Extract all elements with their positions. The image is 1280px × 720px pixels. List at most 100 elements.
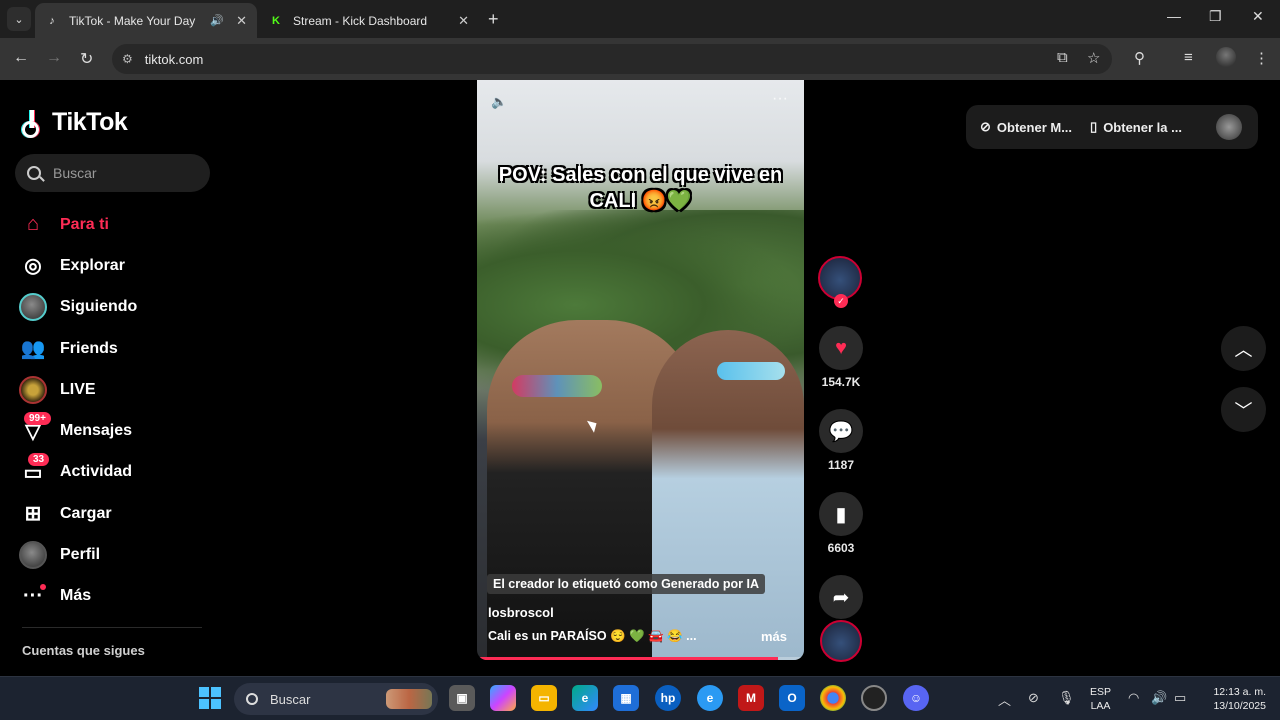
browser-app-icon[interactable]: e — [697, 685, 723, 711]
sidebar-item-actividad[interactable]: ▭ 33 Actividad — [18, 452, 137, 493]
search-input[interactable] — [53, 165, 193, 181]
video-frame — [717, 362, 785, 380]
network-off-icon[interactable]: ⊘ — [1028, 690, 1039, 706]
edge-icon[interactable]: e — [572, 685, 598, 711]
user-avatar[interactable] — [1216, 114, 1242, 140]
comment-action[interactable]: 💬 1187 — [818, 409, 864, 472]
sidebar-item-friends[interactable]: 👥 Friends — [18, 328, 137, 369]
app-icon: ⊘ — [980, 119, 991, 134]
volume-icon[interactable]: 🔊 — [1151, 690, 1167, 706]
get-app-mobile-button[interactable]: ▯ Obtener la ... — [1090, 119, 1182, 135]
menu-kebab-icon[interactable]: ⋮ — [1254, 49, 1269, 67]
bookmark-icon[interactable]: ▮ — [819, 492, 863, 536]
sidebar-item-label: Para ti — [60, 215, 109, 233]
install-app-icon[interactable]: ⧉ — [1057, 49, 1068, 66]
sidebar-item-perfil[interactable]: Perfil — [18, 534, 137, 575]
reload-icon[interactable]: ↻ — [80, 49, 93, 69]
previous-video-button[interactable]: ︿ — [1221, 326, 1266, 371]
sidebar-item-mas[interactable]: ··· Más — [18, 576, 137, 617]
tiktok-logo[interactable]: TikTok — [22, 108, 128, 138]
url-text: tiktok.com — [144, 51, 204, 67]
tab-tiktok[interactable]: ♪ TikTok - Make Your Day 🔊 ✕ — [35, 3, 257, 38]
sidebar-item-explorar[interactable]: ◎ Explorar — [18, 245, 137, 286]
sidebar-item-cargar[interactable]: ⊞ Cargar — [18, 493, 137, 534]
follow-check-icon[interactable]: ✓ — [834, 294, 848, 308]
extensions-icon[interactable]: ⚲ — [1134, 49, 1145, 67]
tab-kick[interactable]: K Stream - Kick Dashboard ✕ — [259, 3, 479, 38]
search-box[interactable] — [15, 154, 210, 192]
more-link[interactable]: más — [761, 629, 787, 644]
share-icon[interactable]: ➦ — [819, 575, 863, 619]
restore-icon[interactable]: ❐ — [1209, 8, 1222, 25]
music-disc-avatar[interactable] — [820, 620, 862, 662]
heart-icon[interactable]: ♥ — [819, 326, 863, 370]
system-clock[interactable]: 12:13 a. m. 13/10/2025 — [1196, 685, 1266, 713]
following-avatar-icon — [18, 292, 48, 322]
sidebar-item-label: LIVE — [60, 380, 96, 398]
video-progress-bar[interactable] — [477, 657, 804, 660]
mcafee-icon[interactable]: M — [738, 685, 764, 711]
video-options-icon[interactable]: ··· — [772, 90, 788, 108]
new-tab-icon[interactable]: + — [488, 9, 499, 30]
windows-taskbar: Buscar ▣ ▭ e ▦ hp e M O ☺ ︿ ⊘ 🎙 ESP LAA … — [0, 676, 1280, 720]
search-icon — [246, 693, 258, 705]
tab-title: TikTok - Make Your Day — [69, 13, 196, 28]
tab-search-button[interactable]: ⌄ — [7, 7, 31, 31]
speaker-icon[interactable]: 🔊 — [210, 14, 224, 27]
comment-icon[interactable]: 💬 — [819, 409, 863, 453]
chrome-icon[interactable] — [820, 685, 846, 711]
close-window-icon[interactable]: ✕ — [1252, 8, 1264, 25]
hp-icon[interactable]: hp — [655, 685, 681, 711]
battery-icon[interactable]: ▭ — [1174, 690, 1186, 706]
task-view-icon[interactable]: ▣ — [449, 685, 475, 711]
following-accounts-heading: Cuentas que sigues — [22, 643, 145, 658]
discord-icon[interactable]: ☺ — [903, 685, 929, 711]
tray-chevron-icon[interactable]: ︿ — [998, 690, 1011, 709]
obs-icon[interactable] — [861, 685, 887, 711]
windows-start-icon[interactable] — [199, 687, 221, 709]
bookmark-star-icon[interactable]: ☆ — [1087, 49, 1100, 67]
friends-icon: 👥 — [20, 338, 46, 361]
video-description: Cali es un PARAÍSO 😌 💚 🚘 😂 ... — [488, 629, 697, 643]
language-indicator[interactable]: ESP LAA — [1090, 685, 1111, 713]
file-explorer-icon[interactable]: ▭ — [531, 685, 557, 711]
close-tab-icon[interactable]: ✕ — [236, 13, 247, 29]
get-app-desktop-button[interactable]: ⊘ Obtener M... — [980, 119, 1072, 135]
sidebar-item-siguiendo[interactable]: Siguiendo — [18, 287, 137, 328]
tab-title: Stream - Kick Dashboard — [293, 13, 428, 28]
activity-badge: 33 — [28, 453, 50, 467]
microphone-icon[interactable]: 🎙 — [1058, 690, 1075, 706]
media-control-icon[interactable]: ≡ — [1184, 49, 1193, 66]
taskbar-search[interactable]: Buscar — [234, 683, 438, 715]
profile-avatar[interactable] — [1216, 47, 1236, 67]
minimize-icon[interactable]: — — [1167, 8, 1181, 24]
outlook-icon[interactable]: O — [779, 685, 805, 711]
forward-icon[interactable]: → — [46, 49, 62, 67]
volume-icon[interactable]: 🔈 — [491, 94, 507, 110]
sidebar-item-live[interactable]: LIVE — [18, 369, 137, 410]
video-progress-fill — [477, 657, 778, 660]
wifi-icon[interactable]: ◠ — [1128, 690, 1139, 706]
sidebar-item-para-ti[interactable]: ⌂ Para ti — [18, 204, 137, 245]
creator-avatar[interactable]: ✓ — [818, 256, 862, 308]
next-video-button[interactable]: ﹀ — [1221, 387, 1266, 432]
like-action[interactable]: ♥ 154.7K — [818, 326, 864, 389]
close-tab-icon[interactable]: ✕ — [458, 13, 469, 29]
back-icon[interactable]: ← — [13, 49, 29, 67]
site-info-icon[interactable]: ⚙ — [122, 52, 133, 66]
address-bar[interactable]: ⚙ tiktok.com — [112, 44, 1112, 74]
get-app-desktop-label: Obtener M... — [996, 119, 1073, 135]
store-icon[interactable]: ▦ — [613, 685, 639, 711]
profile-avatar-icon — [18, 540, 48, 570]
search-icon — [27, 166, 41, 180]
video-author[interactable]: losbroscol — [488, 605, 554, 620]
lang-code: ESP — [1090, 686, 1112, 698]
video-actions: ✓ ♥ 154.7K 💬 1187 ▮ 6603 ➦ 15K — [818, 256, 864, 638]
sidebar-item-mensajes[interactable]: ▽ 99+ Mensajes — [18, 410, 137, 451]
copilot-icon[interactable] — [490, 685, 516, 711]
video-player[interactable]: 🔈 ··· POV: Sales con el que vive en CALI… — [477, 80, 804, 660]
clock-date: 13/10/2025 — [1213, 700, 1266, 712]
keyboard-layout: LAA — [1090, 700, 1111, 712]
save-action[interactable]: ▮ 6603 — [818, 492, 864, 555]
browser-toolbar: ← → ↻ ⚙ tiktok.com ⧉ ☆ ⚲ ≡ ⋮ — [0, 38, 1280, 80]
